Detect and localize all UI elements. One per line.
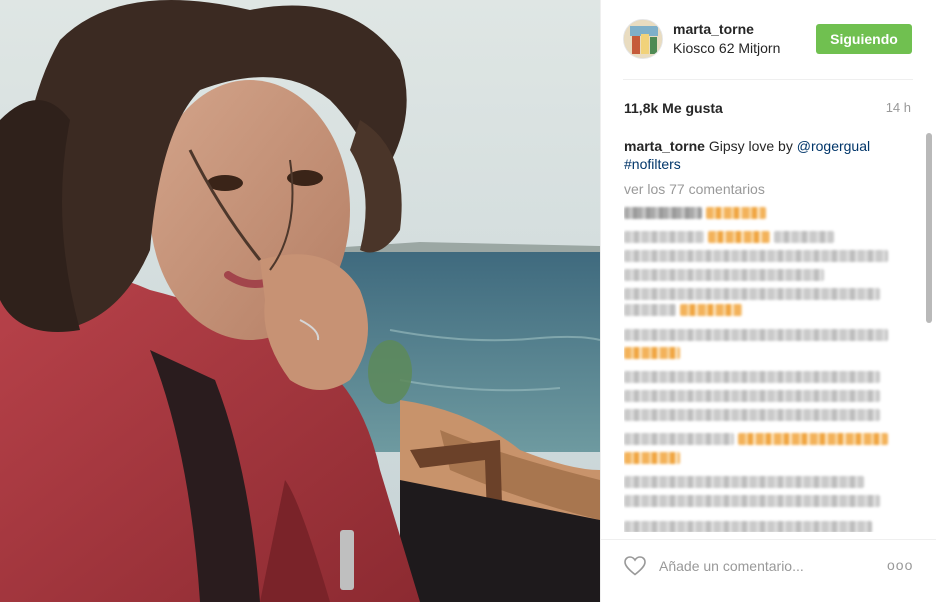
- following-button[interactable]: Siguiendo: [816, 24, 912, 54]
- more-options-ellipsis-icon[interactable]: ooo: [887, 557, 913, 573]
- heart-outline-icon[interactable]: [623, 554, 647, 578]
- blurred-comment-text: [624, 409, 880, 421]
- blurred-emoji: [706, 207, 766, 219]
- caption-mention-link[interactable]: @rogergual: [797, 138, 870, 154]
- avatar[interactable]: [623, 19, 663, 59]
- blurred-comment-text: [624, 304, 676, 316]
- add-comment-input[interactable]: [659, 556, 879, 576]
- blurred-comment-text: [624, 476, 864, 488]
- comments-section[interactable]: marta_torne Gipsy love by @rogergual #no…: [624, 137, 914, 532]
- blurred-comment-text: [624, 250, 888, 262]
- post-location[interactable]: Kiosco 62 Mitjorn: [673, 40, 780, 56]
- blurred-comment-text: [624, 433, 734, 445]
- post-photo[interactable]: [0, 0, 600, 602]
- blurred-emoji: [708, 231, 770, 243]
- comments-scrollbar[interactable]: [926, 133, 932, 323]
- blurred-comment-text: [624, 288, 880, 300]
- caption-text: Gipsy love by: [708, 138, 797, 154]
- blurred-comment-text: [624, 521, 872, 532]
- header-divider: [623, 79, 913, 80]
- footer-divider: [601, 539, 936, 540]
- blurred-emoji: [624, 347, 680, 359]
- post-caption: marta_torne Gipsy love by @rogergual #no…: [624, 137, 914, 173]
- blurred-emoji: [624, 452, 680, 464]
- caption-hashtag-link[interactable]: #nofilters: [624, 156, 681, 172]
- blurred-comment-text: [624, 390, 880, 402]
- photo-illustration: [0, 0, 600, 602]
- post-author-username[interactable]: marta_torne: [673, 21, 754, 37]
- post-timestamp[interactable]: 14 h: [886, 100, 911, 115]
- blurred-comment-text: [624, 269, 824, 281]
- likes-count[interactable]: 11,8k Me gusta: [624, 100, 723, 116]
- caption-username[interactable]: marta_torne: [624, 138, 705, 154]
- blurred-comment-text: [624, 371, 880, 383]
- blurred-comment-text: [624, 207, 702, 219]
- post-header: marta_torne Kiosco 62 Mitjorn Siguiendo: [601, 0, 936, 80]
- blurred-comment-text: [624, 495, 880, 507]
- avatar-image: [624, 20, 662, 58]
- view-all-comments-link[interactable]: ver los 77 comentarios: [624, 181, 914, 197]
- post-side-panel: marta_torne Kiosco 62 Mitjorn Siguiendo …: [600, 0, 936, 602]
- blurred-comment-text: [774, 231, 834, 243]
- blurred-emoji: [680, 304, 742, 316]
- blurred-comment-text: [624, 231, 704, 243]
- blurred-emoji: [738, 433, 888, 445]
- blurred-comment-text: [624, 329, 888, 341]
